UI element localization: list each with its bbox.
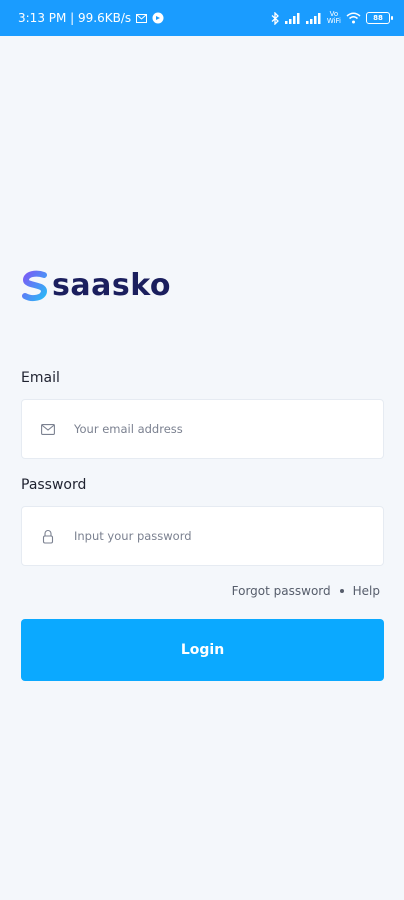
forgot-password-link[interactable]: Forgot password xyxy=(232,584,331,598)
mail-icon xyxy=(22,423,74,435)
email-field[interactable] xyxy=(74,422,364,436)
password-field[interactable] xyxy=(74,529,364,543)
mail-icon xyxy=(136,13,148,23)
email-label: Email xyxy=(21,370,60,386)
app-notification-icon xyxy=(152,12,164,24)
email-field-container[interactable] xyxy=(21,399,384,459)
login-button[interactable]: Login xyxy=(21,619,384,681)
help-link[interactable]: Help xyxy=(353,584,380,598)
auth-links: Forgot password Help xyxy=(232,584,380,598)
app-logo: saasko xyxy=(22,268,171,303)
status-right: Vo WiFi 88 xyxy=(271,11,393,25)
password-field-container[interactable] xyxy=(21,506,384,566)
logo-mark-icon xyxy=(22,270,48,301)
status-time-speed: 3:13 PM | 99.6KB/s xyxy=(18,11,132,25)
password-label: Password xyxy=(21,477,87,493)
lock-icon xyxy=(22,529,74,544)
separator-dot xyxy=(339,589,344,593)
logo-wordmark: saasko xyxy=(52,268,171,303)
status-bar: 3:13 PM | 99.6KB/s Vo WiFi 88 xyxy=(0,0,404,36)
bluetooth-icon xyxy=(271,11,280,25)
signal-icon-2 xyxy=(305,12,322,24)
status-left: 3:13 PM | 99.6KB/s xyxy=(18,11,164,25)
volte-bottom-label: WiFi xyxy=(326,17,341,25)
volte-wifi-indicator: Vo WiFi xyxy=(327,11,341,25)
battery-icon: 88 xyxy=(366,12,393,24)
wifi-icon xyxy=(346,12,361,24)
signal-icon-1 xyxy=(284,12,301,24)
